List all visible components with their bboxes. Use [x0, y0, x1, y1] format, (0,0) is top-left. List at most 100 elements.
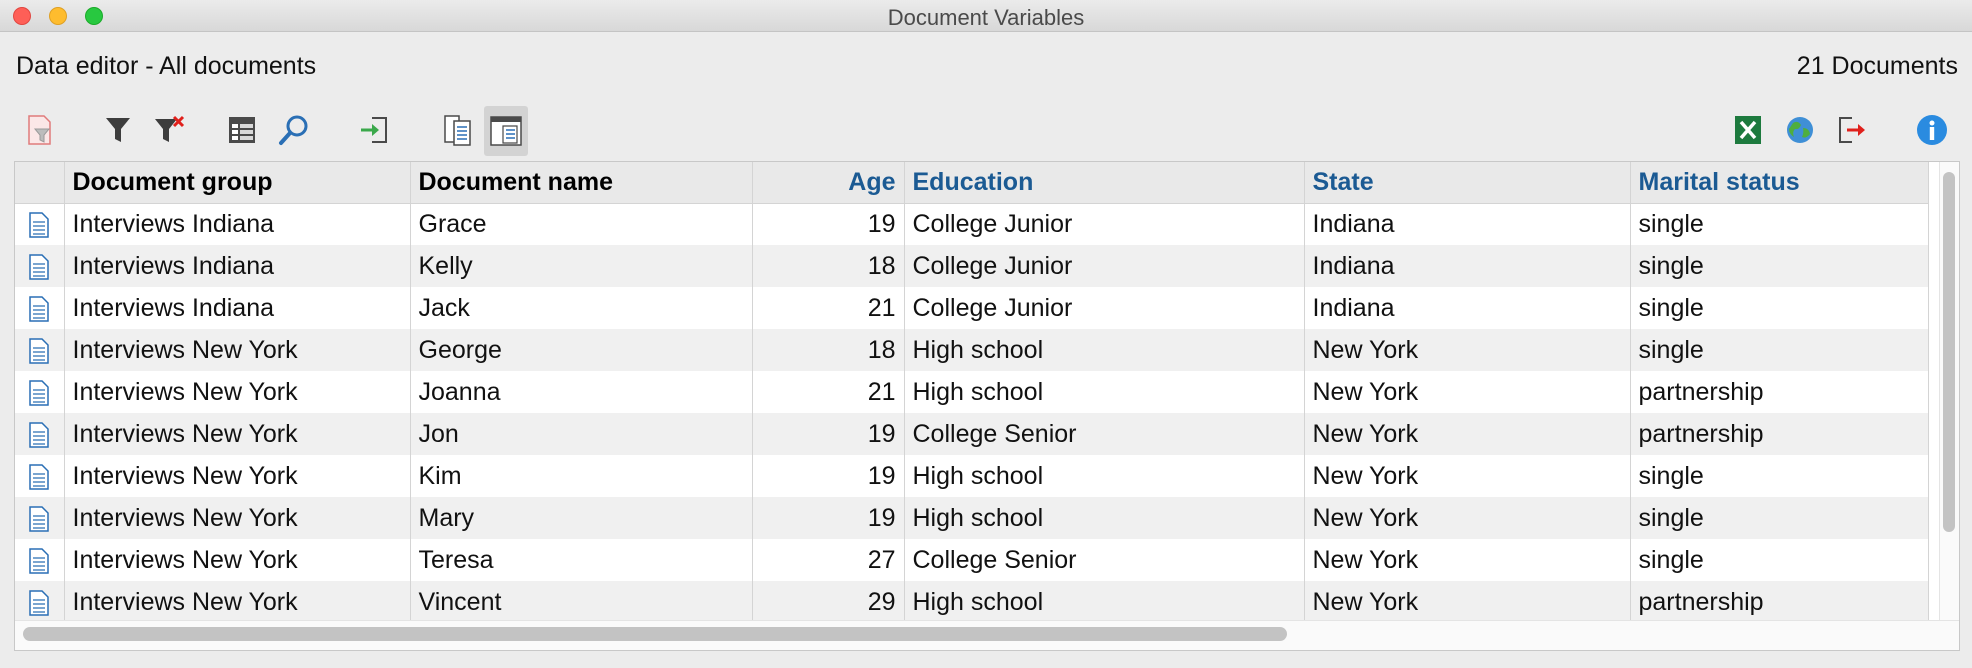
document-group-cell[interactable]: Interviews New York — [64, 581, 411, 623]
column-header-document-name[interactable]: Document name — [410, 162, 753, 204]
education-cell[interactable]: High school — [904, 497, 1305, 539]
document-name-cell[interactable]: Kelly — [410, 245, 753, 287]
age-cell[interactable]: 29 — [752, 581, 905, 623]
age-cell[interactable]: 18 — [752, 329, 905, 371]
marital-status-cell[interactable]: partnership — [1630, 371, 1929, 413]
document-group-cell[interactable]: Interviews New York — [64, 329, 411, 371]
age-cell[interactable]: 19 — [752, 455, 905, 497]
document-icon-cell[interactable] — [15, 497, 65, 539]
table-row[interactable]: Interviews New York Teresa 27 College Senio… — [15, 539, 1929, 581]
vertical-scroll-track[interactable] — [1939, 162, 1959, 650]
education-cell[interactable]: College Senior — [904, 413, 1305, 455]
document-name-cell[interactable]: Kim — [410, 455, 753, 497]
state-cell[interactable]: New York — [1304, 329, 1631, 371]
clear-filter-button[interactable] — [148, 106, 192, 154]
document-group-cell[interactable]: Interviews New York — [64, 497, 411, 539]
vertical-scrollbar[interactable] — [1943, 172, 1955, 532]
table-row[interactable]: Interviews New York Vincent 29 High school N… — [15, 581, 1929, 623]
document-icon-cell[interactable] — [15, 581, 65, 623]
age-cell[interactable]: 19 — [752, 203, 905, 245]
marital-status-cell[interactable]: single — [1630, 287, 1929, 329]
marital-status-cell[interactable]: single — [1630, 539, 1929, 581]
marital-status-cell[interactable]: single — [1630, 455, 1929, 497]
document-name-cell[interactable]: Teresa — [410, 539, 753, 581]
column-header-icon[interactable] — [15, 162, 65, 204]
state-cell[interactable]: New York — [1304, 581, 1631, 623]
age-cell[interactable]: 27 — [752, 539, 905, 581]
state-cell[interactable]: New York — [1304, 539, 1631, 581]
age-cell[interactable]: 18 — [752, 245, 905, 287]
age-cell[interactable]: 21 — [752, 287, 905, 329]
excel-export-button[interactable] — [1726, 106, 1770, 154]
education-cell[interactable]: College Junior — [904, 287, 1305, 329]
import-button[interactable] — [352, 106, 396, 154]
document-group-cell[interactable]: Interviews New York — [64, 371, 411, 413]
document-name-cell[interactable]: Jack — [410, 287, 753, 329]
marital-status-cell[interactable]: single — [1630, 245, 1929, 287]
table-row[interactable]: Interviews New York Joanna 21 High school Ne… — [15, 371, 1929, 413]
marital-status-cell[interactable]: partnership — [1630, 413, 1929, 455]
state-cell[interactable]: Indiana — [1304, 287, 1631, 329]
html-export-button[interactable] — [1778, 106, 1822, 154]
filter-button[interactable] — [96, 106, 140, 154]
state-cell[interactable]: New York — [1304, 497, 1631, 539]
document-icon-cell[interactable] — [15, 287, 65, 329]
education-cell[interactable]: College Senior — [904, 539, 1305, 581]
education-cell[interactable]: College Junior — [904, 245, 1305, 287]
table-row[interactable]: Interviews New York Jon 19 College Senior Ne… — [15, 413, 1929, 455]
exit-button[interactable] — [1830, 106, 1874, 154]
marital-status-cell[interactable]: single — [1630, 203, 1929, 245]
table-row[interactable]: Interviews Indiana Grace 19 College Junior I… — [15, 203, 1929, 245]
table-row[interactable]: Interviews Indiana Jack 21 College Junior In… — [15, 287, 1929, 329]
age-cell[interactable]: 19 — [752, 413, 905, 455]
document-icon-cell[interactable] — [15, 413, 65, 455]
column-header-document-group[interactable]: Document group — [64, 162, 411, 204]
data-grid[interactable]: Document group Document name Age Educati… — [14, 161, 1960, 651]
document-group-cell[interactable]: Interviews New York — [64, 539, 411, 581]
document-name-cell[interactable]: Vincent — [410, 581, 753, 623]
horizontal-scrollbar[interactable] — [23, 627, 1287, 641]
document-view-button[interactable] — [484, 106, 528, 156]
education-cell[interactable]: High school — [904, 455, 1305, 497]
column-header-state[interactable]: State — [1304, 162, 1631, 204]
state-cell[interactable]: Indiana — [1304, 245, 1631, 287]
document-icon-cell[interactable] — [15, 329, 65, 371]
education-cell[interactable]: High school — [904, 371, 1305, 413]
document-group-cell[interactable]: Interviews New York — [64, 455, 411, 497]
document-name-cell[interactable]: Mary — [410, 497, 753, 539]
state-cell[interactable]: New York — [1304, 371, 1631, 413]
table-row[interactable]: Interviews Indiana Kelly 18 College Junior I… — [15, 245, 1929, 287]
table-row[interactable]: Interviews New York George 18 High school Ne… — [15, 329, 1929, 371]
age-cell[interactable]: 21 — [752, 371, 905, 413]
state-cell[interactable]: New York — [1304, 455, 1631, 497]
title-bar[interactable]: Document Variables — [0, 0, 1972, 32]
document-group-cell[interactable]: Interviews Indiana — [64, 203, 411, 245]
document-icon-cell[interactable] — [15, 539, 65, 581]
document-name-cell[interactable]: Joanna — [410, 371, 753, 413]
document-name-cell[interactable]: George — [410, 329, 753, 371]
column-header-education[interactable]: Education — [904, 162, 1305, 204]
marital-status-cell[interactable]: single — [1630, 329, 1929, 371]
marital-status-cell[interactable]: single — [1630, 497, 1929, 539]
document-group-cell[interactable]: Interviews New York — [64, 413, 411, 455]
info-button[interactable] — [1910, 106, 1954, 154]
document-icon-cell[interactable] — [15, 245, 65, 287]
education-cell[interactable]: High school — [904, 329, 1305, 371]
horizontal-scroll-track[interactable] — [15, 620, 1959, 650]
document-group-cell[interactable]: Interviews Indiana — [64, 245, 411, 287]
column-header-marital-status[interactable]: Marital status — [1630, 162, 1929, 204]
document-name-cell[interactable]: Jon — [410, 413, 753, 455]
table-row[interactable]: Interviews New York Mary 19 High school New … — [15, 497, 1929, 539]
state-cell[interactable]: Indiana — [1304, 203, 1631, 245]
document-icon-cell[interactable] — [15, 371, 65, 413]
column-list-button[interactable] — [220, 106, 264, 154]
document-list-button[interactable] — [436, 106, 480, 154]
table-row[interactable]: Interviews New York Kim 19 High school New Y… — [15, 455, 1929, 497]
document-name-cell[interactable]: Grace — [410, 203, 753, 245]
age-cell[interactable]: 19 — [752, 497, 905, 539]
education-cell[interactable]: College Junior — [904, 203, 1305, 245]
document-icon-cell[interactable] — [15, 455, 65, 497]
search-button[interactable] — [272, 106, 316, 154]
document-filter-button[interactable] — [18, 106, 62, 154]
education-cell[interactable]: High school — [904, 581, 1305, 623]
